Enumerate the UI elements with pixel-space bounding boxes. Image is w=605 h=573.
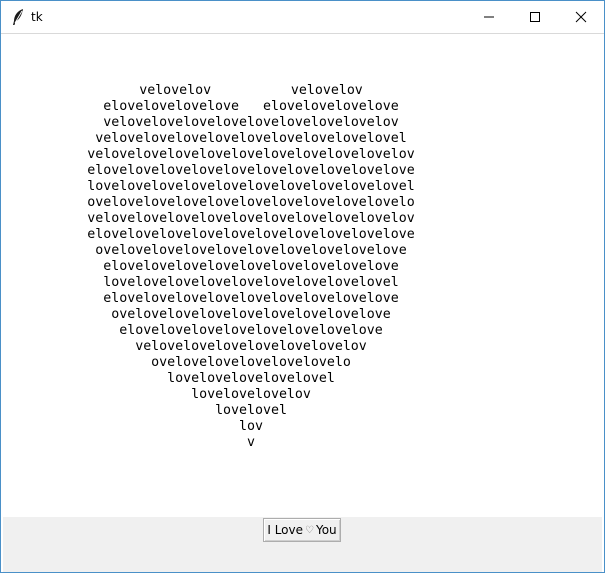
i-love-you-button[interactable]: I Love ♡ You: [263, 518, 341, 542]
close-button[interactable]: [558, 1, 604, 33]
heart-line: elovelovelovelove elovelovelovelove: [103, 99, 399, 114]
title-bar[interactable]: tk: [1, 1, 604, 34]
button-label-end: You: [315, 523, 337, 537]
button-bar: I Love ♡ You: [3, 517, 602, 572]
heart-line: elovelovelovelovelovelovelovelovelovelov…: [87, 227, 415, 242]
heart-line: v: [247, 435, 255, 450]
heart-line: lovelovelovelovelovel: [167, 371, 335, 386]
ascii-heart: velovelov velovelov elovelovelovelove elo…: [3, 83, 499, 451]
heart-line: velovelovelovelovelovelovelovelovelovelo…: [87, 211, 415, 226]
heart-line: elovelovelovelovelovelovelovelove: [119, 323, 383, 338]
heart-line: velovelovelovelovelovelovelovelovelovelo…: [87, 147, 415, 162]
maximize-button[interactable]: [512, 1, 558, 33]
heart-line: lovelovelovelov: [191, 387, 311, 402]
minimize-button[interactable]: [466, 1, 512, 33]
minimize-icon: [484, 16, 494, 18]
heart-line: ovelovelovelovelovelovelovelovelove: [111, 307, 391, 322]
feather-icon: [13, 9, 23, 25]
heart-line: elovelovelovelovelovelovelovelovelove: [103, 259, 399, 274]
maximize-icon: [530, 12, 540, 22]
heart-line: velovelov velovelov: [139, 83, 363, 98]
heart-icon: ♡: [305, 524, 314, 536]
heart-line: elovelovelovelovelovelovelovelovelove: [103, 291, 399, 306]
heart-line: ovelovelovelovelovelovelovelovelovelovel…: [87, 195, 415, 210]
heart-line: lov: [239, 419, 263, 434]
heart-line: lovelovelovelovelovelovelovelovelovel: [103, 275, 399, 290]
heart-canvas: velovelov velovelov elovelovelovelove elo…: [3, 34, 602, 517]
button-label-start: I Love: [267, 523, 303, 537]
heart-line: velovelovelovelovelovelovelovelovelovel: [95, 131, 407, 146]
heart-line: lovelovel: [215, 403, 287, 418]
heart-line: elovelovelovelovelovelovelovelovelovelov…: [87, 163, 415, 178]
heart-line: velovelovelovelovelovelovelov: [135, 339, 367, 354]
window-title: tk: [31, 10, 43, 24]
close-icon: [575, 11, 587, 23]
heart-line: lovelovelovelovelovelovelovelovelovelove…: [87, 179, 415, 194]
heart-line: ovelovelovelovelovelovelovelovelovelove: [95, 243, 407, 258]
tk-window: tk velovelov velovelov elovelovelovelove …: [0, 0, 605, 573]
heart-line: velovelovelovelovelovelovelovelovelov: [103, 115, 399, 130]
heart-line: ovelovelovelovelovelovelo: [151, 355, 351, 370]
